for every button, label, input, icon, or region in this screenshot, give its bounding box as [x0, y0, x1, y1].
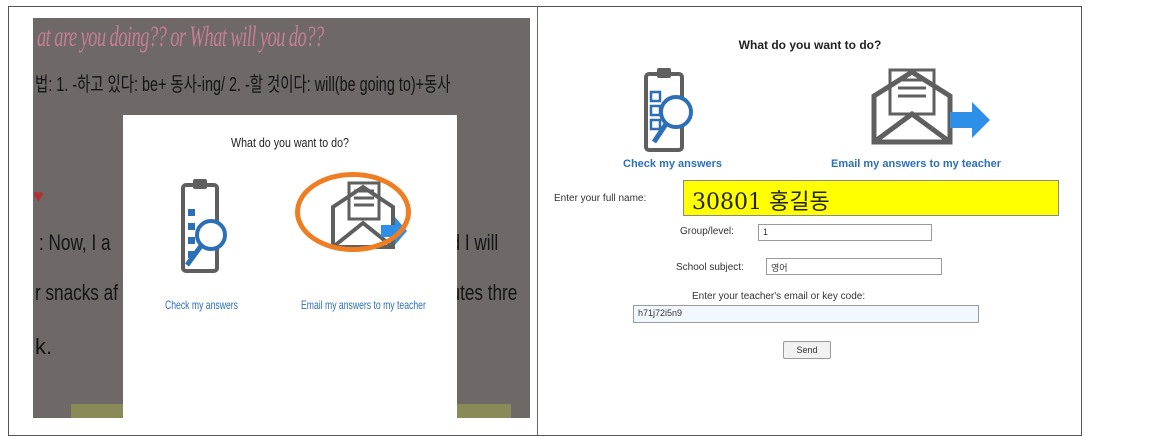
group-level-label: Group/level: — [680, 226, 734, 237]
check-answers-link[interactable]: Check my answers — [623, 158, 722, 170]
full-name-label: Enter your full name: — [554, 193, 647, 204]
table-divider — [537, 6, 538, 436]
background-grammar-line: 법: 1. -하고 있다: be+ 동사-ing/ 2. -할 것이다: wil… — [35, 74, 451, 96]
email-answers-link[interactable]: Email my answers to my teacher — [301, 298, 426, 312]
background-text-snacks: r snacks af — [35, 280, 118, 305]
check-answers-link[interactable]: Check my answers — [165, 298, 238, 312]
modal-title: What do you want to do? — [231, 135, 349, 150]
envelope-arrow-icon[interactable] — [868, 66, 994, 151]
full-name-field[interactable]: 30801 홍길동 — [683, 180, 1059, 216]
clipboard-magnifier-icon[interactable] — [636, 66, 696, 161]
heart-icon: ♥ — [33, 186, 44, 206]
background-text-k: k. — [35, 334, 53, 359]
background-title: at are you doing?? or What will you do?? — [37, 20, 324, 53]
send-button[interactable]: Send — [783, 341, 831, 359]
action-modal: What do you want to do? Check my answers… — [123, 115, 457, 418]
teacher-email-label: Enter your teacher's email or key code: — [692, 291, 866, 302]
school-subject-label: School subject: — [676, 262, 744, 273]
clipboard-magnifier-icon[interactable] — [173, 177, 233, 282]
background-text-now: : Now, I a — [39, 230, 111, 255]
teacher-email-field[interactable]: h71j72i5n9 — [633, 305, 979, 323]
school-subject-field[interactable]: 영어 — [766, 258, 942, 275]
orange-highlight-circle — [295, 172, 411, 252]
right-title: What do you want to do? — [738, 38, 882, 52]
group-level-field[interactable]: 1 — [758, 224, 932, 241]
email-answers-link[interactable]: Email my answers to my teacher — [831, 158, 1001, 170]
